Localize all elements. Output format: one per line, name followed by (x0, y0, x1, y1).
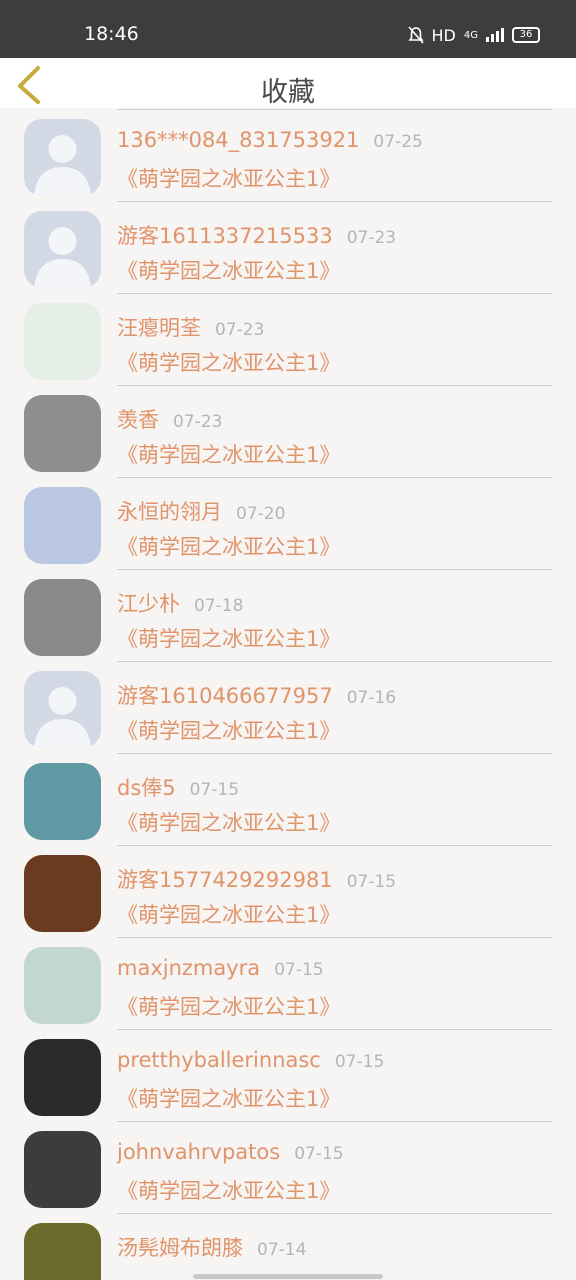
avatar[interactable] (24, 303, 101, 380)
home-indicator (193, 1274, 383, 1279)
avatar[interactable] (24, 1223, 101, 1280)
list-item[interactable]: 汪瘪明荃 07-23 《萌学园之冰亚公主1》 (0, 292, 576, 386)
list-item[interactable]: 游客1611337215533 07-23 《萌学园之冰亚公主1》 (0, 200, 576, 294)
page-title: 收藏 (261, 77, 315, 108)
book-title[interactable]: 《萌学园之冰亚公主1》 (117, 899, 340, 929)
item-header: 汤髡姆布朗膝 07-14 (117, 1232, 306, 1262)
status-bar: 18:46 HD 4G 36 (0, 0, 576, 58)
status-time: 18:46 (84, 23, 139, 45)
item-header: 游客1610466677957 07-16 (117, 680, 396, 710)
avatar[interactable] (24, 1131, 101, 1208)
book-title[interactable]: 《萌学园之冰亚公主1》 (117, 807, 340, 837)
avatar[interactable] (24, 579, 101, 656)
list-item[interactable]: 羡香 07-23 《萌学园之冰亚公主1》 (0, 384, 576, 478)
book-title[interactable]: 《萌学园之冰亚公主1》 (117, 715, 340, 745)
book-title[interactable]: 《萌学园之冰亚公主1》 (117, 623, 340, 653)
user-name[interactable]: 永恒的翎月 (117, 500, 222, 524)
list-item[interactable]: johnvahrvpatos 07-15 《萌学园之冰亚公主1》 (0, 1120, 576, 1214)
default-avatar-icon[interactable] (24, 671, 101, 748)
item-header: 游客1577429292981 07-15 (117, 864, 396, 894)
item-date: 07-15 (189, 780, 240, 800)
user-name[interactable]: 羡香 (117, 408, 159, 432)
item-header: 汪瘪明荃 07-23 (117, 312, 264, 342)
item-date: 07-16 (346, 688, 397, 708)
item-date: 07-14 (257, 1240, 307, 1260)
item-header: 江少朴 07-18 (117, 588, 243, 618)
user-name[interactable]: pretthyballerinnasc (117, 1048, 321, 1072)
list-item[interactable]: 游客1577429292981 07-15 《萌学园之冰亚公主1》 (0, 844, 576, 938)
user-name[interactable]: 汤髡姆布朗膝 (117, 1236, 243, 1260)
item-date: 07-15 (294, 1144, 344, 1164)
item-header: 羡香 07-23 (117, 404, 222, 434)
book-title[interactable]: 《萌学园之冰亚公主1》 (117, 1083, 340, 1113)
avatar[interactable] (24, 947, 101, 1024)
item-header: ds俸5 07-15 (117, 772, 239, 802)
user-name[interactable]: ds俸5 (117, 776, 176, 800)
signal-icon (486, 28, 504, 42)
list-item[interactable]: 汤髡姆布朗膝 07-14 (0, 1212, 576, 1280)
list-item[interactable]: ds俸5 07-15 《萌学园之冰亚公主1》 (0, 752, 576, 846)
battery-icon: 36 (512, 27, 540, 43)
book-title[interactable]: 《萌学园之冰亚公主1》 (117, 531, 340, 561)
list-item[interactable]: pretthyballerinnasc 07-15 《萌学园之冰亚公主1》 (0, 1028, 576, 1122)
user-name[interactable]: johnvahrvpatos (117, 1140, 280, 1164)
mute-bell-icon (407, 26, 424, 44)
item-date: 07-15 (334, 1052, 385, 1072)
user-name[interactable]: 江少朴 (117, 592, 180, 616)
item-date: 07-18 (194, 596, 244, 616)
book-title[interactable]: 《萌学园之冰亚公主1》 (117, 347, 340, 377)
item-header: 永恒的翎月 07-20 (117, 496, 285, 526)
app-header: 收藏 (0, 58, 576, 108)
network-type: 4G (463, 29, 478, 41)
avatar[interactable] (24, 395, 101, 472)
item-date: 07-20 (236, 504, 286, 524)
book-title[interactable]: 《萌学园之冰亚公主1》 (117, 439, 340, 469)
item-header: 136***084_831753921 07-25 (117, 128, 423, 152)
item-date: 07-15 (346, 872, 397, 892)
user-name[interactable]: 游客1577429292981 (117, 868, 333, 892)
user-name[interactable]: 游客1611337215533 (117, 224, 333, 248)
user-name[interactable]: 游客1610466677957 (117, 684, 333, 708)
item-header: johnvahrvpatos 07-15 (117, 1140, 344, 1164)
list-item[interactable]: 永恒的翎月 07-20 《萌学园之冰亚公主1》 (0, 476, 576, 570)
book-title[interactable]: 《萌学园之冰亚公主1》 (117, 255, 340, 285)
list-item[interactable]: 136***084_831753921 07-25 《萌学园之冰亚公主1》 (0, 108, 576, 202)
hd-label: HD (431, 25, 456, 45)
item-header: maxjnzmayra 07-15 (117, 956, 324, 980)
item-date: 07-23 (346, 228, 397, 248)
item-date: 07-23 (215, 320, 265, 340)
item-date: 07-23 (173, 412, 223, 432)
avatar[interactable] (24, 487, 101, 564)
avatar[interactable] (24, 1039, 101, 1116)
book-title[interactable]: 《萌学园之冰亚公主1》 (117, 991, 340, 1021)
book-title[interactable]: 《萌学园之冰亚公主1》 (117, 1175, 340, 1205)
favorites-list[interactable]: 136***084_831753921 07-25 《萌学园之冰亚公主1》 游客161… (0, 108, 576, 1280)
status-icons: HD 4G 36 (407, 25, 540, 45)
user-name[interactable]: maxjnzmayra (117, 956, 260, 980)
item-header: 游客1611337215533 07-23 (117, 220, 396, 250)
user-name[interactable]: 汪瘪明荃 (117, 316, 201, 340)
item-date: 07-15 (274, 960, 324, 980)
default-avatar-icon[interactable] (24, 119, 101, 196)
book-title[interactable]: 《萌学园之冰亚公主1》 (117, 163, 340, 193)
list-item[interactable]: 江少朴 07-18 《萌学园之冰亚公主1》 (0, 568, 576, 662)
avatar[interactable] (24, 763, 101, 840)
item-header: pretthyballerinnasc 07-15 (117, 1048, 384, 1072)
item-date: 07-25 (373, 132, 423, 152)
avatar[interactable] (24, 855, 101, 932)
list-item[interactable]: maxjnzmayra 07-15 《萌学园之冰亚公主1》 (0, 936, 576, 1030)
default-avatar-icon[interactable] (24, 211, 101, 288)
user-name[interactable]: 136***084_831753921 (117, 128, 359, 152)
list-item[interactable]: 游客1610466677957 07-16 《萌学园之冰亚公主1》 (0, 660, 576, 754)
